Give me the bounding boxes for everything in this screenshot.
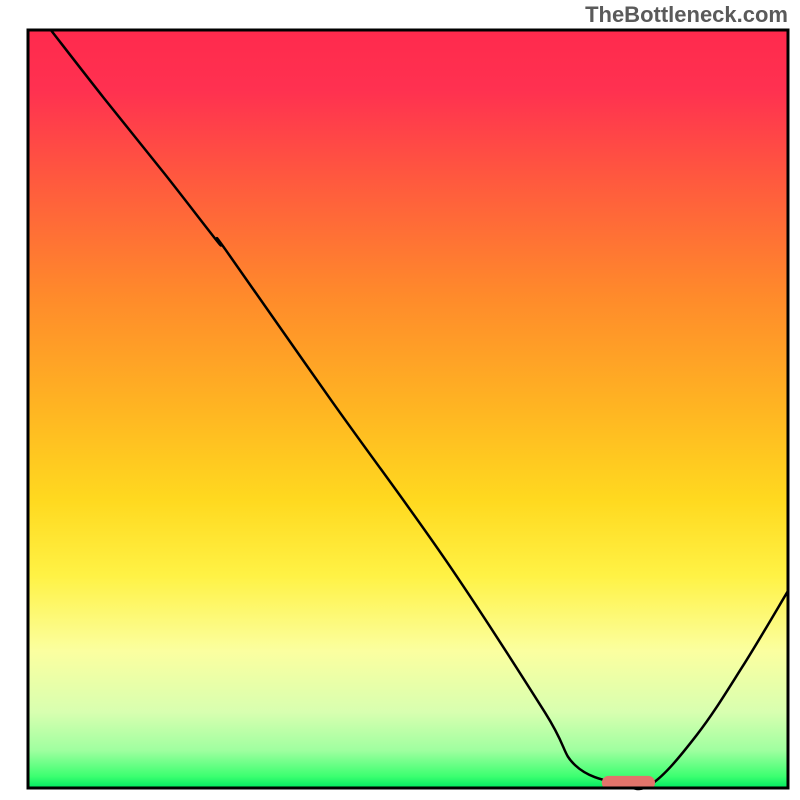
bottleneck-chart [0, 0, 800, 800]
chart-container: TheBottleneck.com [0, 0, 800, 800]
watermark-text: TheBottleneck.com [585, 2, 788, 28]
